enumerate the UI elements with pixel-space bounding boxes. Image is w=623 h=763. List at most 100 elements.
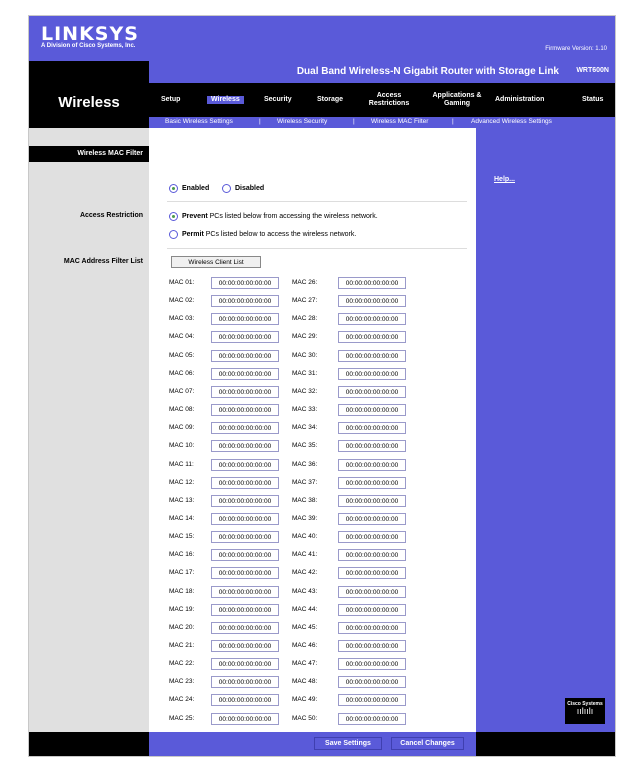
permit-radio[interactable] (169, 230, 178, 239)
mac-input[interactable] (211, 386, 279, 398)
tab-administration[interactable]: Administration (495, 96, 544, 104)
permit-option: Permit PCs listed below to access the wi… (182, 231, 356, 238)
mac-label: MAC 13: (169, 497, 195, 504)
subtab-mac-filter[interactable]: Wireless MAC Filter (371, 118, 428, 125)
subtab-separator: | (452, 118, 454, 125)
footer-buttons: Save Settings Cancel Changes (149, 732, 476, 756)
mac-input[interactable] (211, 694, 279, 706)
tab-setup[interactable]: Setup (161, 96, 180, 104)
subtab-separator: | (259, 118, 261, 125)
mac-input[interactable] (211, 459, 279, 471)
permit-bold: Permit (182, 231, 204, 238)
mac-input[interactable] (338, 440, 406, 452)
tab-storage[interactable]: Storage (317, 96, 343, 104)
mac-input[interactable] (338, 350, 406, 362)
mac-label: MAC 16: (169, 551, 195, 558)
mac-input[interactable] (211, 331, 279, 343)
tab-wireless[interactable]: Wireless (207, 96, 244, 104)
mac-input[interactable] (338, 495, 406, 507)
prevent-text: PCs listed below from accessing the wire… (209, 213, 378, 220)
prevent-radio[interactable] (169, 212, 178, 221)
mac-input[interactable] (338, 477, 406, 489)
mac-input[interactable] (211, 713, 279, 725)
enabled-radio[interactable] (169, 184, 178, 193)
mac-input[interactable] (338, 513, 406, 525)
tab-applications-gaming[interactable]: Applications & Gaming (427, 92, 487, 108)
mac-label: MAC 01: (169, 279, 195, 286)
mac-input[interactable] (211, 604, 279, 616)
mac-label: MAC 39: (292, 515, 318, 522)
mac-input[interactable] (338, 313, 406, 325)
mac-input[interactable] (338, 640, 406, 652)
mac-input[interactable] (211, 368, 279, 380)
mac-label: MAC 24: (169, 696, 195, 703)
save-settings-button[interactable]: Save Settings (314, 737, 382, 750)
mac-label: MAC 50: (292, 715, 318, 722)
access-restriction-label: Access Restriction (79, 212, 143, 219)
tab-security[interactable]: Security (264, 96, 292, 104)
mac-input[interactable] (211, 404, 279, 416)
mac-label: MAC 20: (169, 624, 195, 631)
mac-input[interactable] (211, 658, 279, 670)
left-labels-column: Wireless MAC Filter Access Restriction M… (29, 128, 149, 732)
mac-input[interactable] (211, 295, 279, 307)
mac-label: MAC 10: (169, 442, 195, 449)
tab-access-restrictions[interactable]: Access Restrictions (364, 92, 414, 108)
mac-label: MAC 49: (292, 696, 318, 703)
subtab-separator: | (353, 118, 355, 125)
product-bar: Dual Band Wireless-N Gigabit Router with… (149, 61, 615, 83)
wireless-client-list-button[interactable]: Wireless Client List (171, 256, 261, 268)
mac-input[interactable] (211, 531, 279, 543)
cancel-changes-button[interactable]: Cancel Changes (391, 737, 464, 750)
tab-status[interactable]: Status (582, 96, 603, 104)
mac-input[interactable] (338, 604, 406, 616)
mac-label: MAC 35: (292, 442, 318, 449)
mac-label: MAC 42: (292, 569, 318, 576)
mac-input[interactable] (338, 404, 406, 416)
mac-label: MAC 44: (292, 606, 318, 613)
mac-input[interactable] (338, 422, 406, 434)
mac-input[interactable] (338, 694, 406, 706)
mac-input[interactable] (211, 549, 279, 561)
mac-input[interactable] (338, 368, 406, 380)
mac-input[interactable] (338, 386, 406, 398)
mac-input[interactable] (211, 313, 279, 325)
router-page: LINKSYS A Division of Cisco Systems, Inc… (28, 15, 616, 757)
mac-label: MAC 19: (169, 606, 195, 613)
mac-input[interactable] (211, 640, 279, 652)
mac-label: MAC 05: (169, 352, 195, 359)
mac-input[interactable] (338, 459, 406, 471)
mac-input[interactable] (338, 531, 406, 543)
mac-input[interactable] (211, 586, 279, 598)
mac-input[interactable] (211, 495, 279, 507)
mac-input[interactable] (211, 676, 279, 688)
mac-input[interactable] (338, 295, 406, 307)
linksys-logo: LINKSYS (41, 23, 139, 45)
mac-input[interactable] (338, 622, 406, 634)
mac-input[interactable] (338, 713, 406, 725)
mac-input[interactable] (338, 567, 406, 579)
mac-input[interactable] (338, 676, 406, 688)
mac-input[interactable] (211, 513, 279, 525)
mac-input[interactable] (338, 658, 406, 670)
mac-input[interactable] (338, 277, 406, 289)
subtab-advanced[interactable]: Advanced Wireless Settings (471, 118, 552, 125)
subtab-wireless-security[interactable]: Wireless Security (277, 118, 327, 125)
mac-input[interactable] (211, 350, 279, 362)
disabled-radio[interactable] (222, 184, 231, 193)
mac-input[interactable] (211, 422, 279, 434)
mac-input[interactable] (211, 440, 279, 452)
mac-input[interactable] (338, 586, 406, 598)
mac-label: MAC 08: (169, 406, 195, 413)
help-link[interactable]: Help... (494, 176, 515, 183)
mac-input[interactable] (211, 477, 279, 489)
mac-input[interactable] (338, 549, 406, 561)
mac-input[interactable] (211, 622, 279, 634)
mac-input[interactable] (211, 567, 279, 579)
mac-label: MAC 03: (169, 315, 195, 322)
mac-label: MAC 34: (292, 424, 318, 431)
subtab-basic-wireless[interactable]: Basic Wireless Settings (165, 118, 233, 125)
mac-label: MAC 38: (292, 497, 318, 504)
mac-input[interactable] (338, 331, 406, 343)
mac-input[interactable] (211, 277, 279, 289)
